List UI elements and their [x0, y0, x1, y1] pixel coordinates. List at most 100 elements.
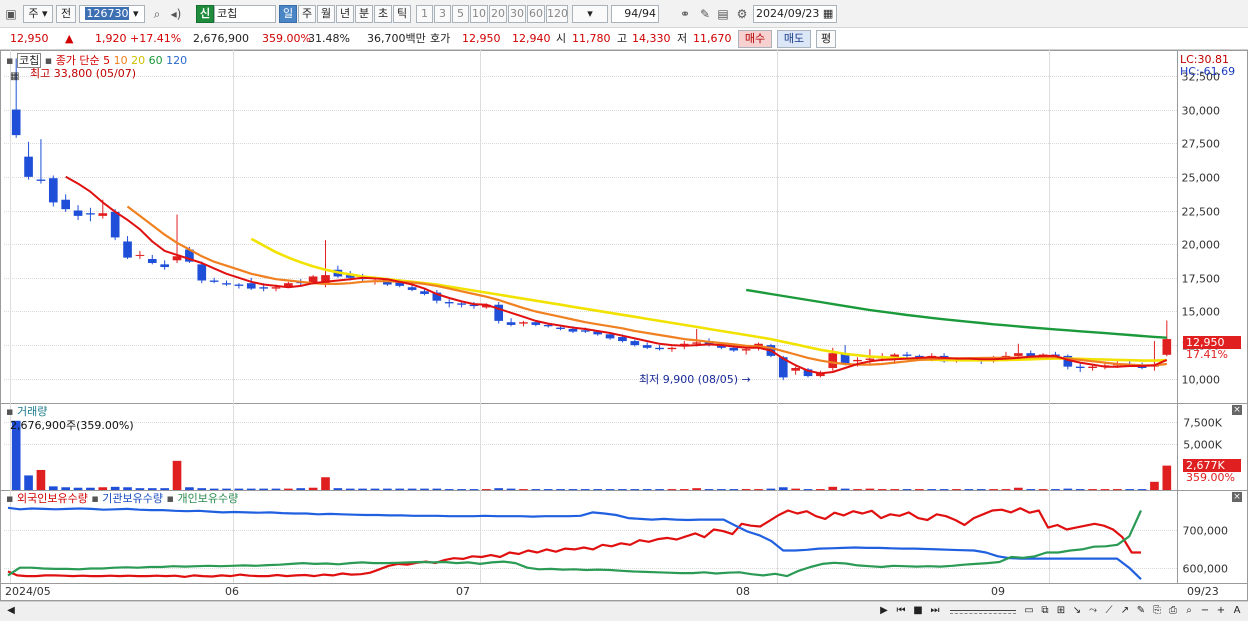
multiplier-button[interactable]: 1: [416, 5, 433, 23]
volume-bar: [890, 489, 899, 491]
scroll-right-icon[interactable]: ▶: [877, 604, 891, 618]
candle-body: [630, 341, 640, 346]
multiplier-button[interactable]: 60: [527, 5, 545, 23]
data-count-field[interactable]: 94/94: [611, 5, 659, 23]
eval-button[interactable]: 평: [816, 30, 836, 48]
layout-grid-icon[interactable]: ⊞: [1054, 604, 1068, 618]
volume-bar: [321, 477, 330, 490]
stock-code-input[interactable]: 126730 ▾: [79, 5, 145, 23]
sell-button[interactable]: 매도: [777, 30, 811, 48]
window-icon[interactable]: ▣: [2, 5, 20, 23]
zoom-out-icon[interactable]: −: [1198, 604, 1212, 618]
stock-tag[interactable]: 코칩: [16, 53, 42, 68]
draw-icon[interactable]: ✎: [1134, 604, 1148, 618]
interval-button[interactable]: 초: [374, 5, 392, 23]
volume-bar: [222, 488, 231, 490]
volume-last-pct: 359.00%: [1186, 471, 1235, 484]
chart-canvas[interactable]: 32,50030,00027,50025,00022,50020,00017,5…: [0, 50, 1248, 601]
rewind-icon[interactable]: ⏮: [894, 604, 908, 618]
volume-bar: [506, 488, 516, 490]
volume-bar: [284, 488, 293, 490]
bid-price: 12,940: [512, 32, 551, 45]
holding-close-icon[interactable]: ×: [1232, 492, 1242, 502]
stock-name-field[interactable]: 코칩: [214, 5, 276, 23]
date-field[interactable]: 2024/09/23 ▦: [753, 5, 837, 23]
legend-individual: 개인보유수량: [177, 492, 239, 505]
multiplier-button[interactable]: 30: [508, 5, 526, 23]
scroll-left-icon[interactable]: ◀: [4, 604, 18, 618]
prev-button[interactable]: 전: [56, 5, 76, 23]
layout-split-icon[interactable]: ⧉: [1038, 604, 1052, 618]
x-label-2024-05: 2024/05: [5, 585, 51, 598]
high-label: 고: [617, 32, 628, 45]
volume-bar: [840, 488, 850, 490]
ma-period-5: 5: [103, 54, 111, 67]
multiplier-dropdown[interactable]: ▾: [572, 5, 608, 23]
multiplier-button[interactable]: 3: [434, 5, 451, 23]
multiplier-button[interactable]: 5: [452, 5, 469, 23]
candle-body: [580, 330, 590, 332]
zoom-slider[interactable]: [950, 610, 1016, 614]
data-count-total: /94: [638, 7, 656, 20]
trend-flat-icon[interactable]: ⤳: [1086, 604, 1100, 618]
zoom-in-icon[interactable]: +: [1214, 604, 1228, 618]
candle-body: [11, 109, 21, 136]
price-tick-label: 17,500: [1182, 273, 1221, 286]
copy-icon[interactable]: ⎘: [1150, 604, 1164, 618]
change-percent: +17.41%: [130, 32, 182, 45]
volume-bar: [61, 487, 71, 490]
open-price: 11,780: [572, 32, 611, 45]
search-icon[interactable]: ⌕: [148, 5, 166, 23]
interval-button[interactable]: 일: [279, 5, 297, 23]
volume-bar: [209, 488, 219, 490]
candle-body: [110, 211, 120, 238]
candle-body: [98, 213, 108, 216]
volume-bar: [729, 489, 739, 491]
interval-button[interactable]: 월: [317, 5, 335, 23]
volume-close-icon[interactable]: ×: [1232, 405, 1242, 415]
volume-bar: [271, 488, 281, 490]
trend-line-icon[interactable]: ⟋: [1102, 604, 1116, 618]
candle-body: [618, 337, 627, 342]
gear-icon[interactable]: ⚙: [733, 5, 751, 23]
interval-button[interactable]: 틱: [393, 5, 411, 23]
buy-button[interactable]: 매수: [738, 30, 772, 48]
price-tick-label: 10,000: [1182, 374, 1221, 387]
trend-down-icon[interactable]: ↘: [1070, 604, 1084, 618]
volume-bar: [667, 489, 677, 491]
interval-button[interactable]: 주: [298, 5, 316, 23]
multiplier-button[interactable]: 10: [470, 5, 488, 23]
volume-bar: [420, 488, 429, 490]
save-icon[interactable]: ▤: [714, 5, 732, 23]
layout-icon[interactable]: ▭: [1022, 604, 1036, 618]
period-select[interactable]: 주 ▾: [23, 5, 53, 23]
volume-bar: [1162, 465, 1172, 490]
candle-body: [506, 322, 516, 325]
zoom-search-icon[interactable]: ⌕: [1182, 604, 1196, 618]
trend-up-icon[interactable]: ↗: [1118, 604, 1132, 618]
multiplier-button[interactable]: 120: [546, 5, 568, 23]
volume-bar: [1014, 487, 1023, 490]
market-badge: 신: [196, 5, 214, 23]
candle-body: [271, 287, 281, 289]
volume-bar: [395, 488, 405, 490]
holding-panel-legend: ▪ 외국인보유수량 ▪ 기관보유수량 ▪ 개인보유수량: [6, 492, 238, 505]
multiplier-button[interactable]: 20: [489, 5, 507, 23]
stop-icon[interactable]: ■: [911, 604, 925, 618]
x-label-08: 08: [736, 585, 750, 598]
candle-body: [61, 199, 71, 210]
candle-body: [48, 178, 58, 203]
volume-bar: [259, 488, 268, 490]
volume-bar: [123, 487, 132, 490]
speaker-icon[interactable]: ◂): [167, 5, 185, 23]
tools-icon[interactable]: ✎: [696, 5, 714, 23]
font-size-icon[interactable]: A: [1230, 604, 1244, 618]
link-icon[interactable]: ⚭: [676, 5, 694, 23]
forward-icon[interactable]: ⏭: [928, 604, 942, 618]
volume-bar: [246, 488, 256, 490]
volume-bar: [1038, 489, 1048, 491]
interval-button[interactable]: 년: [336, 5, 354, 23]
interval-button[interactable]: 분: [355, 5, 373, 23]
print-icon[interactable]: ⎙: [1166, 604, 1180, 618]
calc-icon[interactable]: ▦: [10, 70, 19, 83]
